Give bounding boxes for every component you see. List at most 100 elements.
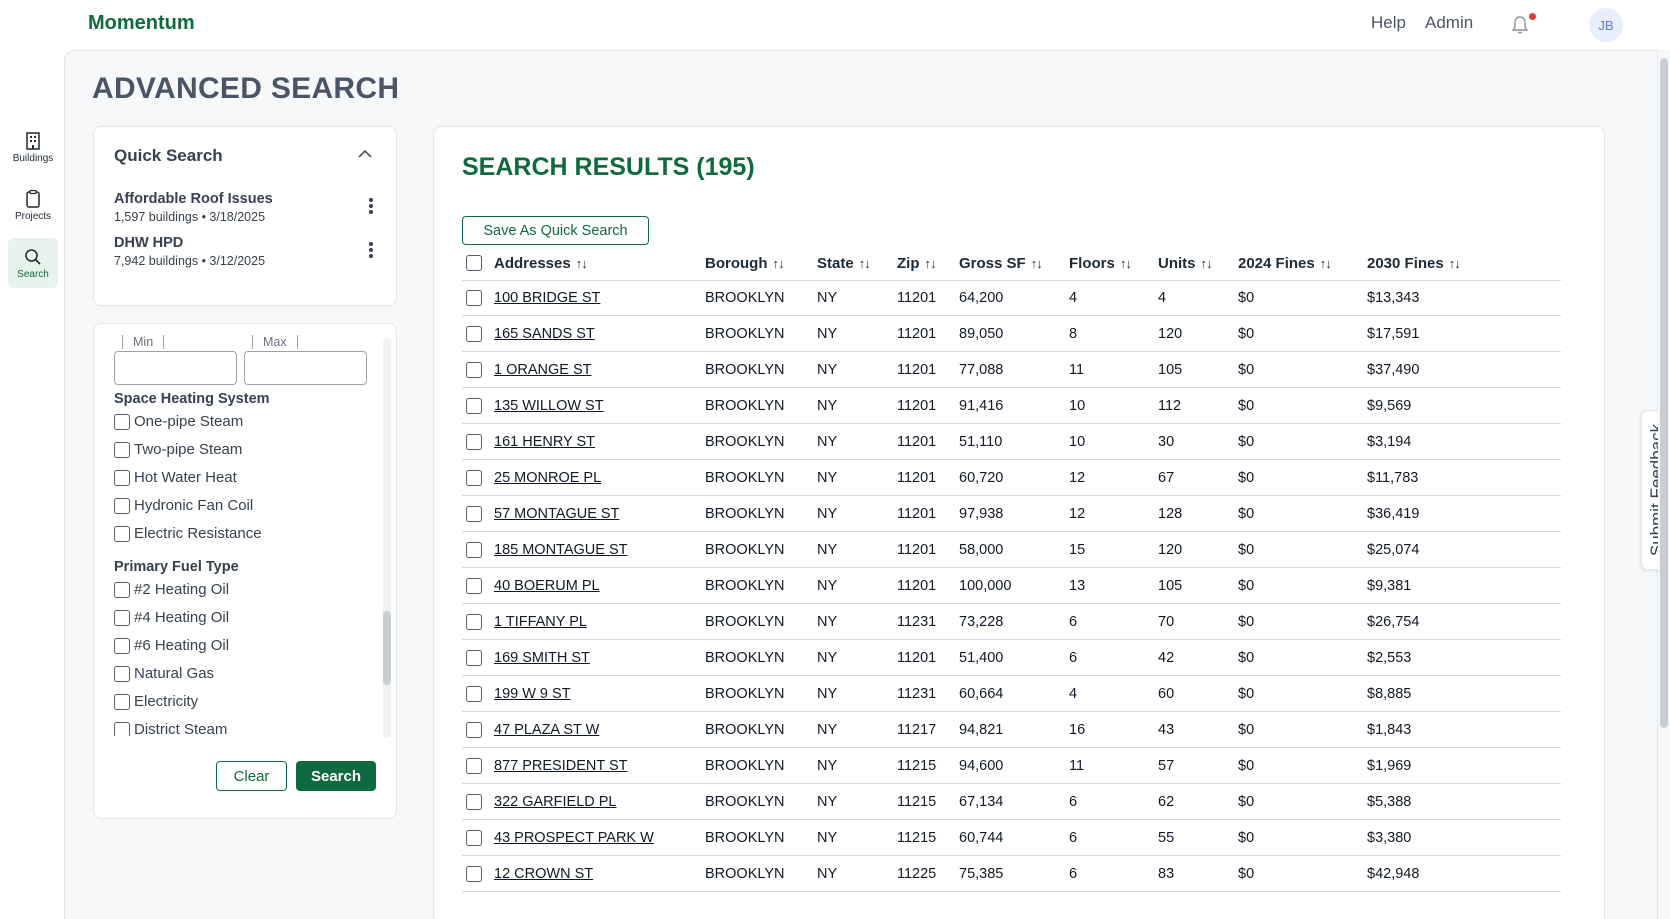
cell-address[interactable]: 877 PRESIDENT ST [494,748,628,784]
column-header-address[interactable]: Addresses ↑↓ [494,245,588,281]
row-checkbox-cell[interactable] [466,316,482,352]
table-row[interactable]: 135 WILLOW ST BROOKLYN NY 11201 91,416 10 112 $… [462,388,1561,424]
help-link[interactable]: Help [1371,13,1406,33]
row-checkbox-cell[interactable] [466,496,482,532]
checkbox-electricity[interactable]: Electricity [114,693,198,710]
checkbox-6-heating-oil[interactable]: #6 Heating Oil [114,637,229,654]
table-row[interactable]: 161 HENRY ST BROOKLYN NY 11201 51,110 10 30 $0 $… [462,424,1561,460]
cell-address[interactable]: 199 W 9 ST [494,676,571,712]
page-scrollbar-thumb[interactable] [1660,58,1668,728]
sort-icon[interactable]: ↑↓ [576,256,588,271]
checkbox-electric-resistance[interactable]: Electric Resistance [114,525,262,542]
row-checkbox[interactable] [466,470,482,486]
kebab-menu-icon[interactable] [362,239,380,261]
row-checkbox[interactable] [466,326,482,342]
sort-icon[interactable]: ↑↓ [1320,256,1332,271]
column-header-units[interactable]: Units ↑↓ [1158,245,1213,281]
table-row[interactable]: 1 TIFFANY PL BROOKLYN NY 11231 73,228 6 70 $0 $2… [462,604,1561,640]
rail-item-search[interactable]: Search [8,238,58,288]
cell-address[interactable]: 322 GARFIELD PL [494,784,617,820]
select-all-checkbox[interactable] [466,255,482,271]
row-checkbox[interactable] [466,290,482,306]
cell-address[interactable]: 100 BRIDGE ST [494,280,600,316]
address-link[interactable]: 322 GARFIELD PL [494,794,617,810]
avatar[interactable]: JB [1589,8,1623,42]
row-checkbox-cell[interactable] [466,460,482,496]
row-checkbox-cell[interactable] [466,820,482,856]
row-checkbox-cell[interactable] [466,676,482,712]
cell-address[interactable]: 161 HENRY ST [494,424,595,460]
search-button[interactable]: Search [296,761,376,791]
admin-link[interactable]: Admin [1425,13,1473,33]
sort-icon[interactable]: ↑↓ [1449,256,1461,271]
cell-address[interactable]: 1 ORANGE ST [494,352,592,388]
table-row[interactable]: 877 PRESIDENT ST BROOKLYN NY 11215 94,600 11 5… [462,748,1561,784]
checkbox-hot-water-heat[interactable]: Hot Water Heat [114,469,237,486]
row-checkbox-cell[interactable] [466,568,482,604]
row-checkbox-cell[interactable] [466,388,482,424]
filter-scrollbar-thumb[interactable] [383,611,391,685]
column-header-fines-2030[interactable]: 2030 Fines ↑↓ [1367,245,1461,281]
address-link[interactable]: 12 CROWN ST [494,866,593,882]
row-checkbox-cell[interactable] [466,604,482,640]
table-row[interactable]: 40 BOERUM PL BROOKLYN NY 11201 100,000 13 105 $… [462,568,1561,604]
column-header-gross-sf[interactable]: Gross SF ↑↓ [959,245,1043,281]
column-header-floors[interactable]: Floors ↑↓ [1069,245,1132,281]
checkbox-district-steam[interactable]: District Steam [114,721,227,736]
address-link[interactable]: 40 BOERUM PL [494,578,600,594]
table-row[interactable]: 322 GARFIELD PL BROOKLYN NY 11215 67,134 6 62 $… [462,784,1561,820]
checkbox[interactable] [114,637,130,654]
row-checkbox[interactable] [466,650,482,666]
table-row[interactable]: 165 SANDS ST BROOKLYN NY 11201 89,050 8 120 $0 $… [462,316,1561,352]
row-checkbox-cell[interactable] [466,712,482,748]
table-row[interactable]: 169 SMITH ST BROOKLYN NY 11201 51,400 6 42 $0 $2… [462,640,1561,676]
sort-icon[interactable]: ↑↓ [1201,256,1213,271]
sort-icon[interactable]: ↑↓ [859,256,871,271]
checkbox[interactable] [114,497,130,514]
row-checkbox[interactable] [466,578,482,594]
cell-address[interactable]: 165 SANDS ST [494,316,595,352]
checkbox-hydronic-fan-coil[interactable]: Hydronic Fan Coil [114,497,253,514]
address-link[interactable]: 169 SMITH ST [494,650,590,666]
table-row[interactable]: 1 ORANGE ST BROOKLYN NY 11201 77,088 11 105 $0 $… [462,352,1561,388]
row-checkbox[interactable] [466,686,482,702]
checkbox[interactable] [114,665,130,682]
table-row[interactable]: 12 CROWN ST BROOKLYN NY 11225 75,385 6 83 $0 $42… [462,856,1561,892]
select-all-cell[interactable] [466,245,482,281]
cell-address[interactable]: 135 WILLOW ST [494,388,604,424]
checkbox-one-pipe-steam[interactable]: One-pipe Steam [114,413,243,430]
checkbox-2-heating-oil[interactable]: #2 Heating Oil [114,581,229,598]
row-checkbox[interactable] [466,506,482,522]
checkbox-two-pipe-steam[interactable]: Two-pipe Steam [114,441,242,458]
cell-address[interactable]: 169 SMITH ST [494,640,590,676]
checkbox[interactable] [114,413,130,430]
address-link[interactable]: 199 W 9 ST [494,686,571,702]
cell-address[interactable]: 185 MONTAGUE ST [494,532,627,568]
rail-item-projects[interactable]: Projects [8,180,58,230]
address-link[interactable]: 877 PRESIDENT ST [494,758,628,774]
address-link[interactable]: 135 WILLOW ST [494,398,604,414]
checkbox[interactable] [114,469,130,486]
address-link[interactable]: 100 BRIDGE ST [494,290,600,306]
cell-address[interactable]: 47 PLAZA ST W [494,712,599,748]
column-header-state[interactable]: State ↑↓ [817,245,871,281]
column-header-borough[interactable]: Borough ↑↓ [705,245,784,281]
checkbox[interactable] [114,609,130,626]
checkbox-4-heating-oil[interactable]: #4 Heating Oil [114,609,229,626]
bell-icon[interactable] [1511,15,1529,35]
table-row[interactable]: 57 MONTAGUE ST BROOKLYN NY 11201 97,938 12 128… [462,496,1561,532]
row-checkbox[interactable] [466,722,482,738]
table-row[interactable]: 100 BRIDGE ST BROOKLYN NY 11201 64,200 4 4 $0 $1… [462,280,1561,316]
sort-icon[interactable]: ↑↓ [1031,256,1043,271]
row-checkbox[interactable] [466,614,482,630]
row-checkbox[interactable] [466,794,482,810]
cell-address[interactable]: 12 CROWN ST [494,856,593,892]
row-checkbox[interactable] [466,398,482,414]
row-checkbox-cell[interactable] [466,856,482,892]
table-row[interactable]: 47 PLAZA ST W BROOKLYN NY 11217 94,821 16 43 $0… [462,712,1561,748]
cell-address[interactable]: 1 TIFFANY PL [494,604,587,640]
row-checkbox[interactable] [466,434,482,450]
column-header-zip[interactable]: Zip ↑↓ [897,245,937,281]
chevron-up-icon[interactable] [356,145,374,163]
row-checkbox-cell[interactable] [466,352,482,388]
